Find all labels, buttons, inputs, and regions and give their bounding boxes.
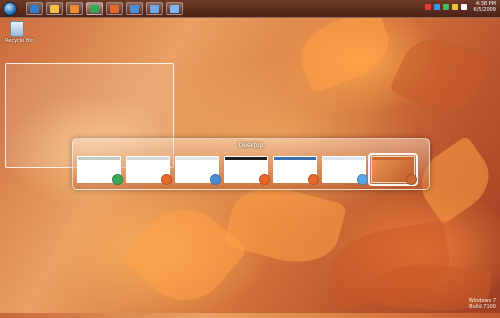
app-button-2[interactable] [146,2,163,15]
thumbnail-titlebar [323,157,365,160]
taskbar: 4:38 PM 6/5/2009 [0,0,500,18]
window-thumbnail[interactable] [77,156,123,185]
monitor-icon [170,4,179,13]
tray-icon[interactable] [442,4,449,10]
window-thumbnail[interactable] [224,156,270,185]
thumbnail-titlebar [372,157,414,160]
thumbnail-titlebar [274,157,316,160]
firefox-icon [110,4,119,13]
thumbnail-titlebar [225,157,267,160]
wallpaper-leaf [388,26,492,124]
firefox-icon [259,174,270,185]
firefox-icon [161,174,172,185]
window-switcher: Desktop [72,138,430,190]
chrome-icon [90,4,99,13]
tray-icon[interactable] [433,4,440,10]
recycle-bin[interactable]: Recycle Bin [5,21,34,44]
window-icon [150,4,159,13]
chrome-button[interactable] [86,2,103,15]
folder-icon [50,4,59,13]
system-tray: 4:38 PM 6/5/2009 [424,1,496,13]
app-button-3[interactable] [166,2,183,15]
app-button-1[interactable] [126,2,143,15]
recycle-bin-label: Recycle Bin [5,38,34,44]
window-thumbnail[interactable] [368,153,418,186]
internet-explorer-icon [30,4,39,13]
firefox-icon [308,174,319,185]
chrome-icon [112,174,123,185]
clock[interactable]: 4:38 PM 6/5/2009 [474,1,496,13]
window-thumbnails [77,153,418,186]
taskbar-buttons [23,2,183,15]
thumbnail-titlebar [127,157,169,160]
windows-branding: Windows 7 Build 7100 [469,298,496,310]
thumbnail-titlebar [176,157,218,160]
desktop-icon [406,174,417,185]
tray-icon[interactable] [460,4,467,10]
firefox-button[interactable] [106,2,123,15]
wallpaper-leaf [292,6,398,94]
clock-date: 6/5/2009 [473,7,496,13]
tray-icons [424,4,467,10]
recycle-bin-icon [10,21,24,37]
window-thumbnail[interactable] [126,156,172,185]
tray-icon[interactable] [451,4,458,10]
window-thumbnail[interactable] [273,156,319,185]
media-player-button[interactable] [66,2,83,15]
window-thumbnail[interactable] [175,156,221,185]
switcher-title: Desktop [238,142,264,149]
window-thumbnail[interactable] [322,156,368,185]
app-icon [130,4,139,13]
thumbnail-titlebar [78,157,120,160]
explorer-icon [357,174,368,185]
app-icon [210,174,221,185]
wallpaper-leaf [222,176,348,274]
start-button[interactable] [3,1,17,16]
tray-icon[interactable] [424,4,431,10]
wallpaper-leaf [121,191,249,318]
explorer-button[interactable] [46,2,63,15]
branding-line-2: Build 7100 [469,304,496,310]
media-player-icon [70,4,79,13]
ie-button[interactable] [26,2,43,15]
